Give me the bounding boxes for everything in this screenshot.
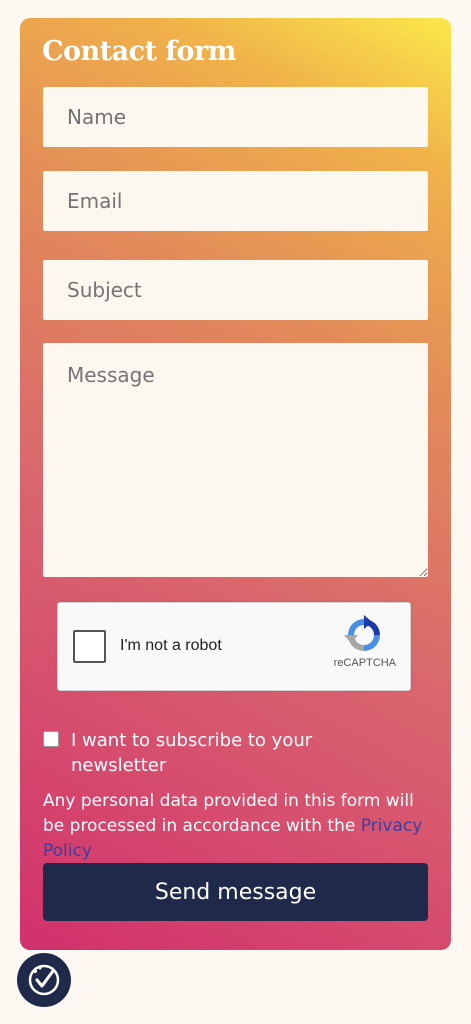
- recaptcha-brand: reCAPTCHA: [333, 657, 396, 669]
- accessibility-button[interactable]: [17, 953, 71, 1007]
- recaptcha-checkbox[interactable]: [73, 630, 106, 663]
- newsletter-label: I want to subscribe to your newsletter: [71, 730, 313, 776]
- message-textarea[interactable]: [43, 343, 428, 577]
- recaptcha-label: I'm not a robot: [120, 637, 222, 654]
- newsletter-checkbox[interactable]: [43, 731, 59, 747]
- privacy-notice: Any personal data provided in this form …: [43, 789, 433, 864]
- privacy-text: Any personal data provided in this form …: [43, 791, 414, 836]
- send-message-button[interactable]: Send message: [43, 863, 428, 921]
- form-title: Contact form: [42, 36, 236, 67]
- accessibility-check-icon: [28, 964, 60, 996]
- recaptcha-widget: I'm not a robot reCAPTCHA: [57, 602, 411, 691]
- subject-input[interactable]: [43, 260, 428, 320]
- email-input[interactable]: [43, 171, 428, 231]
- name-input[interactable]: [43, 87, 428, 147]
- recaptcha-logo-icon: [344, 615, 380, 651]
